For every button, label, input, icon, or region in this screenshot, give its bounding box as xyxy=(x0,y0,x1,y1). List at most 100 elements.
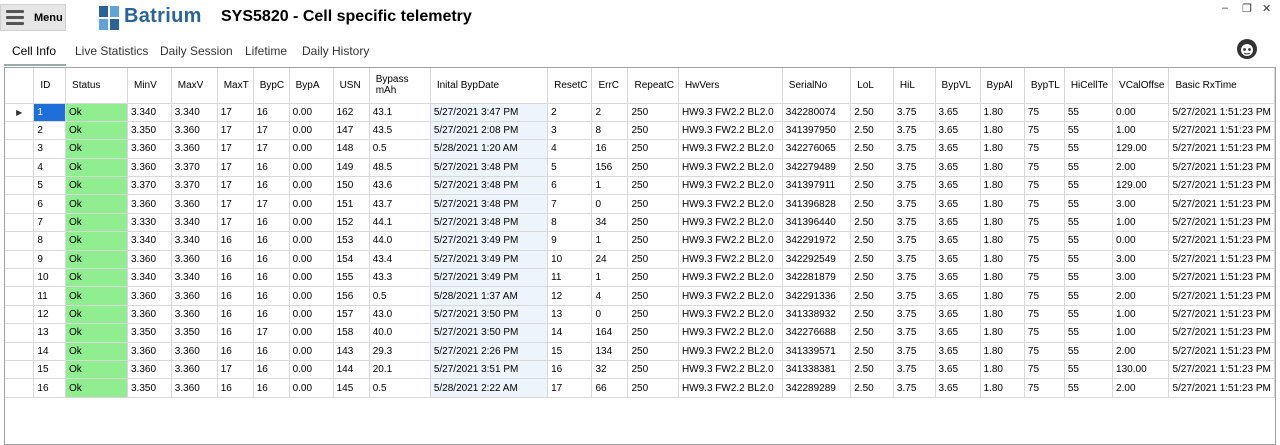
table-row[interactable]: 5 Ok 3.370 3.370 17 16 0.00 150 43.6 5/27/2021 3:… xyxy=(5,176,1275,196)
table-cell[interactable]: 16 xyxy=(253,158,290,178)
table-cell[interactable]: 17 xyxy=(217,176,254,196)
table-cell[interactable]: HW9.3 FW2.2 BL2.0 xyxy=(678,158,783,178)
current-row-arrow-icon[interactable]: ▶ xyxy=(5,103,35,122)
status-cell[interactable]: Ok xyxy=(65,250,128,270)
table-cell[interactable]: 17 xyxy=(253,139,290,159)
status-cell[interactable]: Ok xyxy=(65,121,128,141)
table-row[interactable]: 7 Ok 3.330 3.340 17 16 0.00 152 44.1 5/27/2021 3:… xyxy=(5,213,1275,233)
table-cell[interactable]: 1.80 xyxy=(980,378,1025,398)
table-cell[interactable]: 3.330 xyxy=(127,213,172,233)
table-cell[interactable]: 148 xyxy=(333,139,370,159)
table-cell[interactable]: 3.75 xyxy=(893,158,936,178)
table-cell[interactable]: 1.00 xyxy=(1112,305,1170,325)
table-cell[interactable]: 3.65 xyxy=(935,103,981,122)
tab-daily-session[interactable]: Daily Session xyxy=(160,44,233,58)
table-cell[interactable]: 0.00 xyxy=(289,213,334,233)
table-cell[interactable]: 17 xyxy=(217,360,254,380)
column-header[interactable]: BypVL xyxy=(935,68,981,104)
column-header[interactable]: LoL xyxy=(850,68,894,104)
table-cell[interactable]: 2.50 xyxy=(850,268,894,288)
table-cell[interactable]: 16 xyxy=(217,250,254,270)
table-cell[interactable]: 16 xyxy=(547,360,593,380)
table-cell[interactable]: 342291972 xyxy=(782,231,852,251)
table-cell[interactable]: HW9.3 FW2.2 BL2.0 xyxy=(678,305,783,325)
table-row[interactable]: 13 Ok 3.350 3.350 16 17 0.00 158 40.0 5/27/2021 3… xyxy=(5,323,1275,343)
table-cell[interactable]: 3.350 xyxy=(127,323,172,343)
table-cell[interactable]: 55 xyxy=(1064,360,1114,380)
table-cell[interactable]: 144 xyxy=(333,360,370,380)
table-cell[interactable]: 5/27/2021 1:51:23 PM xyxy=(1168,194,1275,214)
table-cell[interactable]: 11 xyxy=(547,268,593,288)
table-cell[interactable]: 16 xyxy=(253,360,290,380)
table-cell[interactable]: HW9.3 FW2.2 BL2.0 xyxy=(678,323,783,343)
table-cell[interactable]: 75 xyxy=(1024,176,1065,196)
table-cell[interactable]: 2 xyxy=(547,103,593,122)
table-cell[interactable]: 1.80 xyxy=(980,286,1025,306)
table-cell[interactable]: HW9.3 FW2.2 BL2.0 xyxy=(678,268,783,288)
table-cell[interactable]: 32 xyxy=(591,360,629,380)
table-cell[interactable]: 0.00 xyxy=(289,323,334,343)
column-header[interactable]: Bypass mAh xyxy=(369,68,431,104)
table-cell[interactable]: 0.00 xyxy=(289,286,334,306)
tab-lifetime[interactable]: Lifetime xyxy=(245,44,287,58)
table-cell[interactable]: 3 xyxy=(33,139,67,159)
user-avatar-icon[interactable] xyxy=(1236,38,1258,60)
status-cell[interactable]: Ok xyxy=(65,158,128,178)
table-cell[interactable]: 250 xyxy=(627,231,679,251)
table-cell[interactable]: 3.360 xyxy=(171,286,218,306)
table-cell[interactable]: 156 xyxy=(333,286,370,306)
table-cell[interactable]: 156 xyxy=(591,158,629,178)
table-cell[interactable]: 17 xyxy=(217,158,254,178)
table-cell[interactable]: 55 xyxy=(1064,213,1114,233)
table-cell[interactable]: HW9.3 FW2.2 BL2.0 xyxy=(678,139,783,159)
column-header[interactable]: HiCellTe xyxy=(1064,68,1114,104)
table-cell[interactable]: 75 xyxy=(1024,286,1065,306)
status-cell[interactable]: Ok xyxy=(65,231,128,251)
table-cell[interactable]: 15 xyxy=(33,360,67,380)
table-cell[interactable]: 3.360 xyxy=(127,342,172,361)
table-cell[interactable]: 2.50 xyxy=(850,250,894,270)
table-cell[interactable]: 0.00 xyxy=(289,305,334,325)
table-cell[interactable]: 16 xyxy=(253,231,290,251)
table-cell[interactable]: 250 xyxy=(627,378,679,398)
table-cell[interactable]: 5/27/2021 1:51:23 PM xyxy=(1168,139,1275,159)
row-header[interactable] xyxy=(5,139,35,159)
table-cell[interactable]: 0.00 xyxy=(289,342,334,361)
table-cell[interactable]: 17 xyxy=(217,213,254,233)
table-cell[interactable]: 2.00 xyxy=(1112,158,1170,178)
table-cell[interactable]: 55 xyxy=(1064,194,1114,214)
table-cell[interactable]: 5/27/2021 3:49 PM xyxy=(430,250,549,270)
table-row[interactable]: 11 Ok 3.360 3.360 16 16 0.00 156 0.5 5/28/2021 1:… xyxy=(5,286,1275,306)
table-cell[interactable]: 341397950 xyxy=(782,121,852,141)
status-cell[interactable]: Ok xyxy=(65,176,128,196)
table-cell[interactable]: 342292549 xyxy=(782,250,852,270)
table-cell[interactable]: 158 xyxy=(333,323,370,343)
table-cell[interactable]: 147 xyxy=(333,121,370,141)
status-cell[interactable]: Ok xyxy=(65,323,128,343)
table-cell[interactable]: 55 xyxy=(1064,176,1114,196)
tab-cell-info[interactable]: Cell Info xyxy=(12,44,56,58)
table-cell[interactable]: 0.00 xyxy=(289,231,334,251)
table-cell[interactable]: 17 xyxy=(217,121,254,141)
table-cell[interactable]: 75 xyxy=(1024,139,1065,159)
table-cell[interactable]: 55 xyxy=(1064,323,1114,343)
column-header[interactable]: SerialNo xyxy=(782,68,852,104)
table-row[interactable]: 16 Ok 3.350 3.360 16 16 0.00 145 0.5 5/28/2021 2:… xyxy=(5,378,1275,398)
table-cell[interactable]: 3.360 xyxy=(171,305,218,325)
table-cell[interactable]: 3.65 xyxy=(935,323,981,343)
table-cell[interactable]: 7 xyxy=(33,213,67,233)
row-header[interactable] xyxy=(5,194,35,214)
table-cell[interactable]: 3.65 xyxy=(935,139,981,159)
table-cell[interactable]: 3.360 xyxy=(127,305,172,325)
table-cell[interactable]: 17 xyxy=(253,121,290,141)
table-cell[interactable]: 1.80 xyxy=(980,139,1025,159)
row-header[interactable] xyxy=(5,268,35,288)
table-cell[interactable]: 16 xyxy=(217,305,254,325)
table-cell[interactable]: 3 xyxy=(547,121,593,141)
table-cell[interactable]: 250 xyxy=(627,286,679,306)
table-cell[interactable]: 55 xyxy=(1064,342,1114,361)
column-header[interactable]: ResetC xyxy=(547,68,593,104)
table-cell[interactable]: 14 xyxy=(33,342,67,361)
table-cell[interactable]: 16 xyxy=(217,378,254,398)
column-header[interactable]: Basic RxTime xyxy=(1168,68,1275,104)
